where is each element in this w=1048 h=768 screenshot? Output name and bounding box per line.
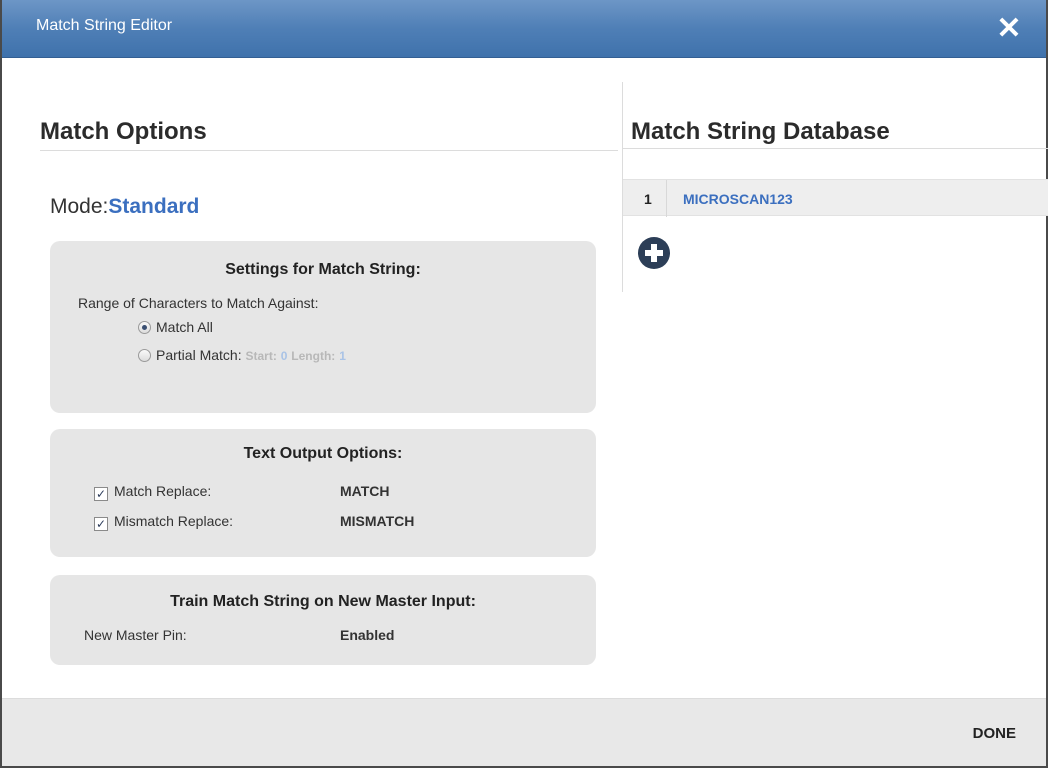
done-button[interactable]: DONE xyxy=(973,725,1016,742)
text-output-panel: Text Output Options: ✓ Match Replace: MAT… xyxy=(50,429,596,557)
settings-panel-title: Settings for Match String: xyxy=(225,261,421,278)
length-label: Length: xyxy=(291,349,336,363)
window-title: Match String Editor xyxy=(36,17,173,34)
title-bar: Match String Editor ✕ xyxy=(2,0,1046,58)
database-row-index: 1 xyxy=(644,191,652,207)
train-panel-title: Train Match String on New Master Input: xyxy=(170,593,476,610)
match-replace-row[interactable]: ✓ Match Replace: xyxy=(94,483,211,501)
mismatch-replace-checkbox[interactable]: ✓ xyxy=(94,517,108,531)
mismatch-replace-label: Mismatch Replace: xyxy=(114,513,234,529)
database-row-value[interactable]: MICROSCAN123 xyxy=(683,191,793,207)
new-master-pin-label: New Master Pin: xyxy=(84,627,187,643)
match-all-option[interactable]: Match All xyxy=(138,319,213,335)
match-options-section: Match Options Mode:Standard Settings for… xyxy=(40,58,618,698)
partial-match-radio[interactable] xyxy=(138,349,151,362)
mismatch-replace-value[interactable]: MISMATCH xyxy=(340,513,414,529)
mode-value[interactable]: Standard xyxy=(108,195,199,218)
start-value: 0 xyxy=(280,349,288,363)
dialog-footer: DONE xyxy=(2,698,1046,766)
mode-row: Mode:Standard xyxy=(50,195,199,219)
text-output-title: Text Output Options: xyxy=(243,445,403,462)
range-label: Range of Characters to Match Against: xyxy=(78,295,319,311)
partial-match-option[interactable]: Partial Match: Start: 0 Length: 1 xyxy=(138,347,346,363)
partial-match-label: Partial Match: xyxy=(156,347,242,363)
match-all-label: Match All xyxy=(156,319,213,335)
match-replace-label: Match Replace: xyxy=(114,483,212,499)
database-row-separator xyxy=(666,180,667,217)
database-divider xyxy=(623,148,1048,149)
database-row[interactable]: 1 MICROSCAN123 xyxy=(623,179,1048,217)
length-value: 1 xyxy=(339,349,346,363)
match-options-heading: Match Options xyxy=(40,118,207,145)
start-label: Start: xyxy=(245,349,277,363)
match-replace-value[interactable]: MATCH xyxy=(340,483,390,499)
mode-label: Mode: xyxy=(50,195,109,218)
settings-panel: Settings for Match String: Range of Char… xyxy=(50,241,596,413)
match-all-radio[interactable] xyxy=(138,321,151,334)
match-string-editor-dialog: Match String Editor ✕ Match Options Mode… xyxy=(0,0,1048,768)
plus-circle-icon[interactable] xyxy=(638,237,670,269)
close-icon[interactable]: ✕ xyxy=(994,12,1024,46)
match-options-divider xyxy=(40,150,618,151)
new-master-pin-value[interactable]: Enabled xyxy=(340,627,394,643)
match-string-database-section: Match String Database 1 MICROSCAN123 xyxy=(622,82,1048,292)
database-heading: Match String Database xyxy=(631,118,890,145)
train-panel: Train Match String on New Master Input: … xyxy=(50,575,596,665)
match-replace-checkbox[interactable]: ✓ xyxy=(94,487,108,501)
mismatch-replace-row[interactable]: ✓ Mismatch Replace: xyxy=(94,513,233,531)
